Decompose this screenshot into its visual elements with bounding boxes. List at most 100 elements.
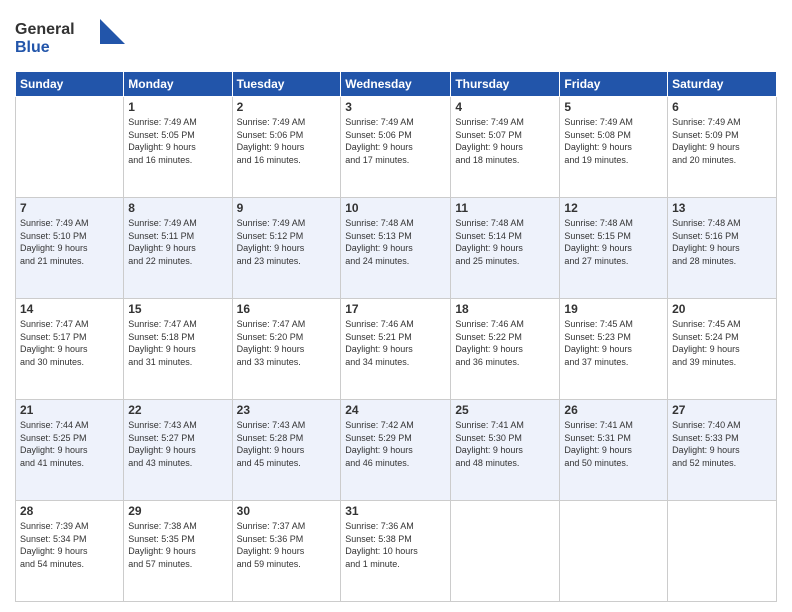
logo: General Blue — [15, 14, 125, 63]
calendar-cell: 27Sunrise: 7:40 AM Sunset: 5:33 PM Dayli… — [668, 400, 777, 501]
weekday-header-row: SundayMondayTuesdayWednesdayThursdayFrid… — [16, 72, 777, 97]
day-number: 19 — [564, 302, 663, 316]
day-number: 9 — [237, 201, 337, 215]
calendar-cell — [451, 501, 560, 602]
weekday-header-friday: Friday — [560, 72, 668, 97]
day-info: Sunrise: 7:36 AM Sunset: 5:38 PM Dayligh… — [345, 520, 446, 570]
day-info: Sunrise: 7:42 AM Sunset: 5:29 PM Dayligh… — [345, 419, 446, 469]
calendar-cell: 7 Sunrise: 7:49 AM Sunset: 5:10 PM Daylig… — [16, 198, 124, 299]
day-number: 15 — [128, 302, 227, 316]
day-info: Sunrise: 7:47 AM Sunset: 5:17 PM Dayligh… — [20, 318, 119, 368]
day-info: Sunrise: 7:49 AM Sunset: 5:05 PM Dayligh… — [128, 116, 227, 166]
day-info: Sunrise: 7:41 AM Sunset: 5:31 PM Dayligh… — [564, 419, 663, 469]
day-info: Sunrise: 7:49 AM Sunset: 5:06 PM Dayligh… — [345, 116, 446, 166]
day-number: 4 — [455, 100, 555, 114]
day-info: Sunrise: 7:43 AM Sunset: 5:27 PM Dayligh… — [128, 419, 227, 469]
calendar-cell: 25 Sunrise: 7:41 AM Sunset: 5:30 PM Dayli… — [451, 400, 560, 501]
calendar-cell: 16 Sunrise: 7:47 AM Sunset: 5:20 PM Dayli… — [232, 299, 341, 400]
calendar-week-row: 1Sunrise: 7:49 AM Sunset: 5:05 PM Daylig… — [16, 97, 777, 198]
day-info: Sunrise: 7:41 AM Sunset: 5:30 PM Dayligh… — [455, 419, 555, 469]
day-number: 6 — [672, 100, 772, 114]
page: General Blue SundayMondayTuesdayWednesda… — [0, 0, 792, 612]
day-info: Sunrise: 7:48 AM Sunset: 5:14 PM Dayligh… — [455, 217, 555, 267]
day-number: 13 — [672, 201, 772, 215]
day-info: Sunrise: 7:49 AM Sunset: 5:12 PM Dayligh… — [237, 217, 337, 267]
calendar-cell: 29 Sunrise: 7:38 AM Sunset: 5:35 PM Dayli… — [124, 501, 232, 602]
day-info: Sunrise: 7:48 AM Sunset: 5:15 PM Dayligh… — [564, 217, 663, 267]
day-number: 17 — [345, 302, 446, 316]
day-info: Sunrise: 7:48 AM Sunset: 5:13 PM Dayligh… — [345, 217, 446, 267]
calendar-cell: 9 Sunrise: 7:49 AM Sunset: 5:12 PM Daylig… — [232, 198, 341, 299]
calendar-cell: 8 Sunrise: 7:49 AM Sunset: 5:11 PM Daylig… — [124, 198, 232, 299]
calendar-cell: 12 Sunrise: 7:48 AM Sunset: 5:15 PM Dayli… — [560, 198, 668, 299]
day-info: Sunrise: 7:49 AM Sunset: 5:07 PM Dayligh… — [455, 116, 555, 166]
calendar-cell: 28 Sunrise: 7:39 AM Sunset: 5:34 PM Dayli… — [16, 501, 124, 602]
day-info: Sunrise: 7:47 AM Sunset: 5:18 PM Dayligh… — [128, 318, 227, 368]
header: General Blue — [15, 10, 777, 63]
calendar-cell: 1Sunrise: 7:49 AM Sunset: 5:05 PM Daylig… — [124, 97, 232, 198]
calendar-week-row: 7 Sunrise: 7:49 AM Sunset: 5:10 PM Daylig… — [16, 198, 777, 299]
day-info: Sunrise: 7:49 AM Sunset: 5:10 PM Dayligh… — [20, 217, 119, 267]
calendar-cell: 4 Sunrise: 7:49 AM Sunset: 5:07 PM Daylig… — [451, 97, 560, 198]
day-number: 23 — [237, 403, 337, 417]
day-number: 7 — [20, 201, 119, 215]
day-info: Sunrise: 7:39 AM Sunset: 5:34 PM Dayligh… — [20, 520, 119, 570]
calendar-cell: 13 Sunrise: 7:48 AM Sunset: 5:16 PM Dayli… — [668, 198, 777, 299]
day-number: 5 — [564, 100, 663, 114]
day-info: Sunrise: 7:44 AM Sunset: 5:25 PM Dayligh… — [20, 419, 119, 469]
calendar-cell: 21 Sunrise: 7:44 AM Sunset: 5:25 PM Dayli… — [16, 400, 124, 501]
weekday-header-saturday: Saturday — [668, 72, 777, 97]
calendar-cell: 18Sunrise: 7:46 AM Sunset: 5:22 PM Dayli… — [451, 299, 560, 400]
calendar-cell: 10Sunrise: 7:48 AM Sunset: 5:13 PM Dayli… — [341, 198, 451, 299]
day-info: Sunrise: 7:49 AM Sunset: 5:06 PM Dayligh… — [237, 116, 337, 166]
svg-text:General: General — [15, 21, 75, 38]
day-number: 31 — [345, 504, 446, 518]
weekday-header-tuesday: Tuesday — [232, 72, 341, 97]
calendar-week-row: 21 Sunrise: 7:44 AM Sunset: 5:25 PM Dayli… — [16, 400, 777, 501]
day-number: 25 — [455, 403, 555, 417]
calendar-table: SundayMondayTuesdayWednesdayThursdayFrid… — [15, 71, 777, 602]
day-number: 16 — [237, 302, 337, 316]
day-number: 29 — [128, 504, 227, 518]
day-number: 24 — [345, 403, 446, 417]
day-info: Sunrise: 7:46 AM Sunset: 5:22 PM Dayligh… — [455, 318, 555, 368]
calendar-cell — [560, 501, 668, 602]
weekday-header-thursday: Thursday — [451, 72, 560, 97]
day-number: 12 — [564, 201, 663, 215]
calendar-cell — [668, 501, 777, 602]
calendar-cell: 23 Sunrise: 7:43 AM Sunset: 5:28 PM Dayli… — [232, 400, 341, 501]
day-info: Sunrise: 7:48 AM Sunset: 5:16 PM Dayligh… — [672, 217, 772, 267]
day-info: Sunrise: 7:45 AM Sunset: 5:24 PM Dayligh… — [672, 318, 772, 368]
day-info: Sunrise: 7:47 AM Sunset: 5:20 PM Dayligh… — [237, 318, 337, 368]
day-number: 22 — [128, 403, 227, 417]
day-info: Sunrise: 7:49 AM Sunset: 5:11 PM Dayligh… — [128, 217, 227, 267]
weekday-header-wednesday: Wednesday — [341, 72, 451, 97]
calendar-cell: 5Sunrise: 7:49 AM Sunset: 5:08 PM Daylig… — [560, 97, 668, 198]
svg-text:Blue: Blue — [15, 39, 50, 56]
day-number: 14 — [20, 302, 119, 316]
day-info: Sunrise: 7:49 AM Sunset: 5:09 PM Dayligh… — [672, 116, 772, 166]
weekday-header-monday: Monday — [124, 72, 232, 97]
logo-text: General Blue — [15, 14, 125, 63]
calendar-cell: 6 Sunrise: 7:49 AM Sunset: 5:09 PM Daylig… — [668, 97, 777, 198]
day-number: 20 — [672, 302, 772, 316]
day-number: 3 — [345, 100, 446, 114]
calendar-cell: 17Sunrise: 7:46 AM Sunset: 5:21 PM Dayli… — [341, 299, 451, 400]
calendar-cell: 24 Sunrise: 7:42 AM Sunset: 5:29 PM Dayli… — [341, 400, 451, 501]
calendar-cell: 31 Sunrise: 7:36 AM Sunset: 5:38 PM Dayli… — [341, 501, 451, 602]
day-info: Sunrise: 7:45 AM Sunset: 5:23 PM Dayligh… — [564, 318, 663, 368]
day-number: 21 — [20, 403, 119, 417]
day-number: 11 — [455, 201, 555, 215]
day-number: 2 — [237, 100, 337, 114]
calendar-cell: 20 Sunrise: 7:45 AM Sunset: 5:24 PM Dayli… — [668, 299, 777, 400]
calendar-cell: 11 Sunrise: 7:48 AM Sunset: 5:14 PM Dayli… — [451, 198, 560, 299]
day-info: Sunrise: 7:38 AM Sunset: 5:35 PM Dayligh… — [128, 520, 227, 570]
day-info: Sunrise: 7:37 AM Sunset: 5:36 PM Dayligh… — [237, 520, 337, 570]
day-info: Sunrise: 7:40 AM Sunset: 5:33 PM Dayligh… — [672, 419, 772, 469]
day-info: Sunrise: 7:43 AM Sunset: 5:28 PM Dayligh… — [237, 419, 337, 469]
calendar-cell: 22 Sunrise: 7:43 AM Sunset: 5:27 PM Dayli… — [124, 400, 232, 501]
day-number: 28 — [20, 504, 119, 518]
calendar-cell: 26Sunrise: 7:41 AM Sunset: 5:31 PM Dayli… — [560, 400, 668, 501]
day-number: 8 — [128, 201, 227, 215]
calendar-week-row: 14 Sunrise: 7:47 AM Sunset: 5:17 PM Dayli… — [16, 299, 777, 400]
